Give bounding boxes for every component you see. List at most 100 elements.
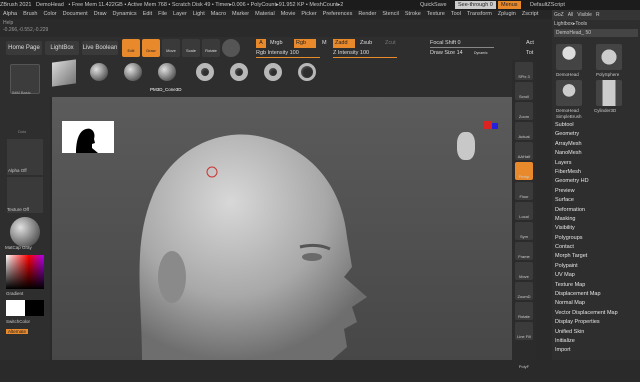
menu-color[interactable]: Color: [43, 11, 56, 17]
ring-thin-icon[interactable]: [298, 63, 316, 81]
draw-button[interactable]: Draw: [142, 39, 160, 57]
material-sphere-icon[interactable]: [222, 39, 240, 57]
zcut-toggle[interactable]: Zcut: [385, 39, 396, 48]
palette-subtool[interactable]: Subtool: [552, 121, 640, 130]
alternate-button[interactable]: Alternate: [6, 329, 29, 334]
simplebrush-label[interactable]: SimpleBrush: [556, 114, 582, 119]
live-boolean-button[interactable]: Live Boolean: [82, 41, 118, 55]
all-button[interactable]: All: [568, 10, 574, 20]
polysphere-thumb-icon[interactable]: [596, 44, 622, 70]
palette-fibermesh[interactable]: FiberMesh: [552, 168, 640, 177]
ring-tube-icon[interactable]: [264, 63, 282, 81]
head-model-icon[interactable]: [112, 97, 412, 360]
visible-button[interactable]: Visible: [577, 10, 592, 20]
palette-vector-displacement-map[interactable]: Vector Displacement Map: [552, 309, 640, 318]
menu-alpha[interactable]: Alpha: [3, 11, 17, 17]
palette-arraymesh[interactable]: ArrayMesh: [552, 140, 640, 149]
menu-zscript[interactable]: Zscript: [522, 11, 539, 17]
zsub-toggle[interactable]: Zsub: [360, 39, 372, 48]
demohead-slider[interactable]: DemoHead_ 50: [554, 29, 638, 37]
z-intensity-slider[interactable]: Z Intensity 100: [333, 49, 397, 58]
move-button[interactable]: Move: [162, 39, 180, 57]
quicksave-button[interactable]: QuickSave: [420, 0, 447, 10]
strip-local-button[interactable]: Local: [515, 202, 533, 220]
mrgb-toggle[interactable]: Mrgb: [270, 39, 283, 48]
palette-preview[interactable]: Preview: [552, 187, 640, 196]
scale-button[interactable]: Scale: [182, 39, 200, 57]
rgb-toggle[interactable]: Rgb: [294, 39, 316, 48]
palette-initialize[interactable]: Initialize: [552, 337, 640, 346]
ring-open-icon[interactable]: [196, 63, 214, 81]
menu-dynamics[interactable]: Dynamics: [113, 11, 137, 17]
strip-zoomd-button[interactable]: ZoomD: [515, 282, 533, 300]
a-toggle[interactable]: A: [256, 39, 266, 48]
secondary-color-swatch[interactable]: [25, 300, 44, 316]
menu-document[interactable]: Document: [63, 11, 88, 17]
menu-preferences[interactable]: Preferences: [323, 11, 353, 17]
rgb-intensity-slider[interactable]: Rgb Intensity 100: [256, 49, 320, 58]
lightbox-button[interactable]: LightBox: [45, 41, 79, 55]
draw-size-slider[interactable]: Draw Size 14: [430, 49, 472, 58]
goz-button[interactable]: GoZ: [554, 10, 564, 20]
default-zscript-button[interactable]: DefaultZScript: [530, 0, 565, 10]
palette-texture-map[interactable]: Texture Map: [552, 281, 640, 290]
zadd-toggle[interactable]: Zadd: [333, 39, 355, 48]
menu-render[interactable]: Render: [358, 11, 376, 17]
menu-light[interactable]: Light: [193, 11, 205, 17]
palette-layers[interactable]: Layers: [552, 159, 640, 168]
menu-transform[interactable]: Transform: [467, 11, 492, 17]
strip-line-fill-polyf-button[interactable]: Line Fill PolyF: [515, 322, 533, 369]
strip-actual-button[interactable]: Actual: [515, 122, 533, 140]
switchcolor-button[interactable]: SwitchColor: [6, 319, 30, 324]
m-toggle[interactable]: M: [322, 39, 327, 48]
strip-move-button[interactable]: Move: [515, 262, 533, 280]
menu-macro[interactable]: Macro: [211, 11, 226, 17]
menu-stencil[interactable]: Stencil: [382, 11, 399, 17]
strip-aahalf-button[interactable]: AAHalf: [515, 142, 533, 160]
palette-morph-target[interactable]: Morph Target: [552, 252, 640, 261]
menu-tool[interactable]: Tool: [451, 11, 461, 17]
palette-uv-map[interactable]: UV Map: [552, 271, 640, 280]
see-through-slider[interactable]: See-through 0: [455, 1, 496, 9]
palette-geometry-hd[interactable]: Geometry HD: [552, 177, 640, 186]
home-page-button[interactable]: Home Page: [6, 41, 42, 55]
menu-movie[interactable]: Movie: [281, 11, 296, 17]
lightbox-tools-button[interactable]: Lightbox▸Tools: [552, 20, 640, 28]
palette-unified-skin[interactable]: Unified Skin: [552, 328, 640, 337]
menu-layer[interactable]: Layer: [173, 11, 187, 17]
menu-stroke[interactable]: Stroke: [405, 11, 421, 17]
strip-sym-button[interactable]: Sym: [515, 222, 533, 240]
sphere-anchor-icon[interactable]: [124, 63, 142, 81]
cube-icon[interactable]: [52, 59, 76, 87]
help-label[interactable]: Help: [3, 20, 81, 26]
strip-floor-button[interactable]: Floor: [515, 182, 533, 200]
menu-zplugin[interactable]: Zplugin: [498, 11, 516, 17]
palette-surface[interactable]: Surface: [552, 196, 640, 205]
palette-display-properties[interactable]: Display Properties: [552, 318, 640, 327]
menu-marker[interactable]: Marker: [232, 11, 249, 17]
palette-nanomesh[interactable]: NanoMesh: [552, 149, 640, 158]
palette-deformation[interactable]: Deformation: [552, 206, 640, 215]
palette-geometry[interactable]: Geometry: [552, 130, 640, 139]
edit-button[interactable]: Edit: [122, 39, 140, 57]
menu-file[interactable]: File: [158, 11, 167, 17]
dynamic-toggle[interactable]: Dynamic: [474, 49, 488, 58]
strip-persp-button[interactable]: Persp: [515, 162, 533, 180]
r-button[interactable]: R: [596, 10, 600, 20]
demohead2-thumb-icon[interactable]: [556, 80, 582, 106]
strip-spix-3-button[interactable]: SPix 3: [515, 62, 533, 80]
strip-rotate-button[interactable]: Rotate: [515, 302, 533, 320]
ring-icon[interactable]: [230, 63, 248, 81]
menus-button[interactable]: Menus: [498, 1, 521, 9]
sphere-icon[interactable]: [90, 63, 108, 81]
matcap-gray-icon[interactable]: [10, 217, 40, 247]
palette-masking[interactable]: Masking: [552, 215, 640, 224]
rotate-button[interactable]: Rotate: [202, 39, 220, 57]
menu-edit[interactable]: Edit: [143, 11, 152, 17]
navigation-head-icon[interactable]: [457, 132, 475, 160]
menu-texture[interactable]: Texture: [427, 11, 445, 17]
palette-polygroups[interactable]: Polygroups: [552, 234, 640, 243]
strip-zoom-button[interactable]: Zoom: [515, 102, 533, 120]
menu-brush[interactable]: Brush: [23, 11, 37, 17]
palette-polypaint[interactable]: Polypaint: [552, 262, 640, 271]
